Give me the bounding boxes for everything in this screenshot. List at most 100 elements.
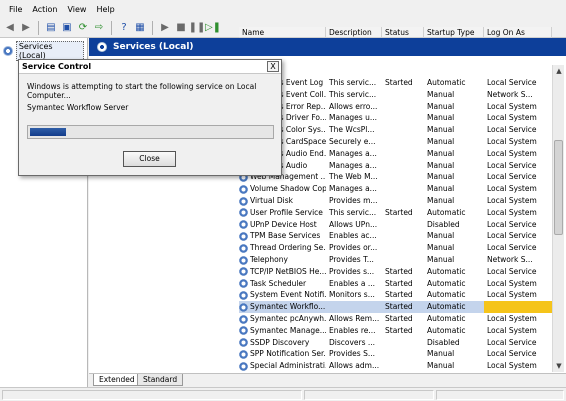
service-row[interactable]: System Event Notifi... Monitors s... Start… bbox=[239, 289, 552, 301]
service-status-cell bbox=[382, 219, 424, 231]
service-startup-cell: Manual bbox=[427, 113, 455, 123]
service-name: SSDP Discovery bbox=[250, 337, 310, 347]
column-logon-header[interactable]: Log On As bbox=[484, 27, 552, 38]
help-icon[interactable]: ? bbox=[117, 21, 131, 35]
service-row[interactable]: Windows Event Log This servic... Started Au… bbox=[239, 77, 552, 89]
menu-help[interactable]: Help bbox=[91, 5, 119, 14]
service-startup-cell: Manual bbox=[427, 243, 455, 253]
scroll-thumb[interactable] bbox=[554, 140, 563, 235]
service-status-cell bbox=[382, 254, 424, 266]
service-logon-cell: Local System bbox=[487, 101, 537, 111]
show-hide-icon[interactable]: ▦ bbox=[133, 21, 147, 35]
menu-bar: File Action View Help bbox=[0, 0, 566, 18]
service-row[interactable]: Telephony Provides T... Manual Network S... bbox=[239, 254, 552, 266]
service-name: Symantec pcAnywh... bbox=[250, 314, 326, 323]
restart-icon[interactable]: ▷❚ bbox=[205, 21, 221, 35]
service-status-cell: Started bbox=[385, 78, 413, 87]
service-status-cell: Started bbox=[385, 325, 413, 335]
stop-icon[interactable]: ■ bbox=[174, 21, 188, 35]
menu-file[interactable]: File bbox=[4, 5, 27, 14]
menu-action[interactable]: Action bbox=[27, 5, 62, 14]
service-description-cell: Discovers ... bbox=[329, 337, 376, 347]
tree-item-label: Services (Local) bbox=[15, 41, 84, 61]
service-row[interactable]: Windows Audio End... Manages a... Manual Lo… bbox=[239, 148, 552, 160]
service-row[interactable]: Symantec pcAnywh... Allows Rem... Started A… bbox=[239, 313, 552, 325]
service-logon-cell: Local System bbox=[487, 196, 537, 205]
services-header-gear-icon bbox=[97, 42, 107, 52]
column-startup-type-header[interactable]: Startup Type bbox=[424, 27, 484, 38]
service-row[interactable]: Volume Shadow Copy Manages a... Manual Loca… bbox=[239, 183, 552, 195]
export-icon[interactable]: ⇨ bbox=[92, 21, 106, 35]
service-row[interactable]: Windows Event Coll... This servic... Manua… bbox=[239, 89, 552, 101]
service-logon-cell: Local System bbox=[487, 278, 537, 288]
service-name: Volume Shadow Copy bbox=[250, 184, 326, 194]
pause-icon[interactable]: ❚❚ bbox=[189, 21, 206, 35]
menu-view[interactable]: View bbox=[62, 5, 91, 14]
service-logon-cell: Local System bbox=[487, 137, 537, 146]
service-name-cell: Symantec pcAnywh... bbox=[239, 313, 326, 325]
service-status-cell bbox=[382, 337, 424, 349]
service-status-cell: Started bbox=[385, 207, 413, 217]
service-description-cell: Manages a... bbox=[329, 148, 377, 158]
service-row[interactable]: Windows CardSpace Securely e... Manual Loca… bbox=[239, 136, 552, 148]
close-button[interactable]: Close bbox=[123, 151, 176, 167]
service-row[interactable]: UPnP Device Host Allows UPn... Disabled Loc… bbox=[239, 219, 552, 231]
service-row[interactable]: Windows Color Sys... The WcsPl... Manual Lo… bbox=[239, 124, 552, 136]
service-name: Thread Ordering Se... bbox=[250, 243, 326, 253]
service-row[interactable]: Virtual Disk Provides m... Manual Local Sys… bbox=[239, 195, 552, 207]
service-startup-cell: Manual bbox=[427, 148, 455, 158]
properties-icon[interactable]: ▣ bbox=[60, 21, 74, 35]
tab-standard[interactable]: Standard bbox=[137, 374, 184, 386]
service-name-cell: TCP/IP NetBIOS He... bbox=[239, 266, 326, 278]
service-row[interactable]: Special Administrati... Allows adm... Manu… bbox=[239, 360, 552, 372]
toolbar-separator bbox=[111, 20, 112, 35]
service-gear-icon bbox=[239, 255, 248, 265]
service-row[interactable]: SPP Notification Ser... Provides S... Manu… bbox=[239, 348, 552, 360]
close-icon[interactable]: X bbox=[267, 61, 279, 72]
service-row[interactable]: Windows Driver Fo... Manages u... Manual Lo… bbox=[239, 112, 552, 124]
service-name: SPP Notification Ser... bbox=[250, 349, 326, 359]
console-tree-icon[interactable]: ▤ bbox=[44, 21, 58, 35]
service-gear-icon bbox=[239, 220, 248, 230]
service-logon-cell: Local System bbox=[487, 325, 537, 335]
service-status-cell: Started bbox=[385, 278, 413, 288]
service-row[interactable]: Symantec Workflo... Started Automatic bbox=[239, 301, 552, 314]
tab-extended[interactable]: Extended bbox=[93, 374, 141, 386]
forward-icon[interactable]: ▶ bbox=[19, 21, 33, 35]
dialog-title: Service Control bbox=[19, 60, 281, 74]
scroll-down-arrow-icon[interactable]: ▼ bbox=[553, 360, 565, 372]
service-row[interactable]: Windows Error Rep... Allows erro... Manual… bbox=[239, 101, 552, 113]
dialog-service-name: Symantec Workflow Server bbox=[27, 103, 129, 112]
service-logon-cell: Local Service bbox=[487, 243, 537, 253]
service-name-cell: Special Administrati... bbox=[239, 360, 326, 372]
service-row[interactable]: Web Management ... The Web M... Manual Loca… bbox=[239, 171, 552, 183]
start-icon[interactable]: ▶ bbox=[158, 21, 172, 35]
column-description-header[interactable]: Description bbox=[326, 27, 382, 38]
service-gear-icon bbox=[239, 279, 248, 289]
service-name: System Event Notifi... bbox=[250, 290, 326, 300]
start-progress-bar bbox=[27, 125, 274, 139]
service-name-cell: Virtual Disk bbox=[239, 195, 326, 207]
vertical-scrollbar[interactable]: ▲ ▼ bbox=[552, 65, 564, 372]
service-row[interactable]: TCP/IP NetBIOS He... Provides s... Started… bbox=[239, 266, 552, 278]
column-status-header[interactable]: Status bbox=[382, 27, 424, 38]
service-row[interactable]: User Profile Service This servic... Starte… bbox=[239, 207, 552, 219]
back-icon[interactable]: ◀ bbox=[3, 21, 17, 35]
service-name-cell: Symantec Workflo... bbox=[239, 301, 326, 313]
refresh-icon[interactable]: ⟳ bbox=[76, 21, 90, 35]
service-name-cell: SSDP Discovery bbox=[239, 337, 326, 349]
service-row[interactable]: SSDP Discovery Discovers ... Disabled Local… bbox=[239, 337, 552, 349]
service-row[interactable]: Task Scheduler Enables a ... Started Automa… bbox=[239, 278, 552, 290]
service-name: TPM Base Services bbox=[250, 231, 321, 241]
scroll-up-arrow-icon[interactable]: ▲ bbox=[553, 65, 565, 77]
service-status-cell: Started bbox=[385, 290, 413, 300]
service-row[interactable]: Symantec Manage... Enables re... Started Au… bbox=[239, 325, 552, 337]
service-row[interactable]: TPM Base Services Enables ac... Manual Loca… bbox=[239, 230, 552, 242]
service-row[interactable]: Windows AudioManages a...ManualLocal Ser… bbox=[239, 160, 552, 172]
service-description-cell: Allows Rem... bbox=[329, 314, 380, 323]
column-name-header[interactable]: Name bbox=[239, 27, 326, 38]
service-description-cell: Provides T... bbox=[329, 255, 374, 264]
service-row[interactable]: Thread Ordering Se... Provides or... Manua… bbox=[239, 242, 552, 254]
service-status-cell bbox=[382, 148, 424, 160]
service-status-cell: Started bbox=[385, 266, 413, 276]
